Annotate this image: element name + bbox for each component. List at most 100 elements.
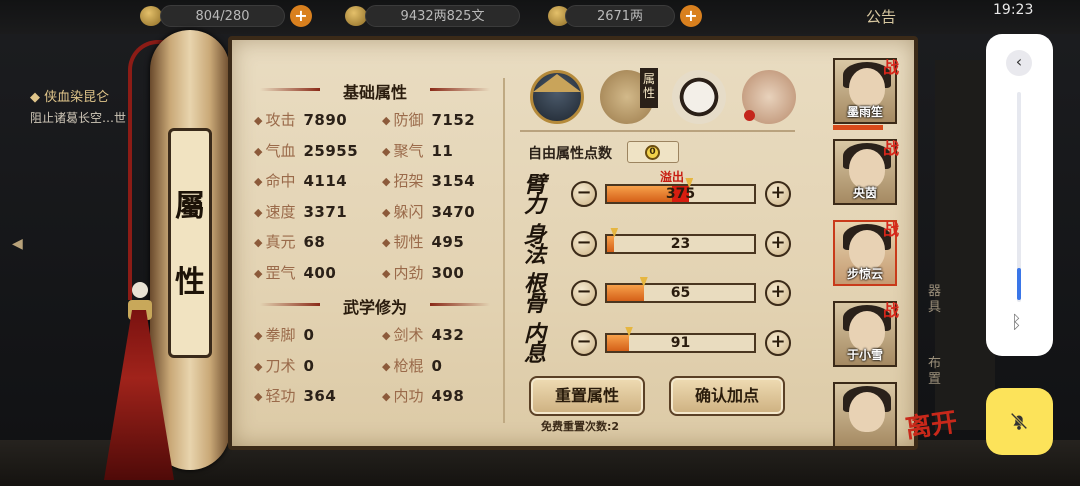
diamond-icon: ◆: [382, 175, 391, 188]
side-label-layout[interactable]: 布置: [928, 356, 942, 388]
stat-label: 枪棍: [393, 356, 424, 375]
stat-value: 25955: [303, 141, 359, 160]
do-not-disturb-button[interactable]: [986, 388, 1053, 455]
battle-tag: 战: [883, 139, 900, 158]
stat-label: 刀术: [265, 356, 296, 375]
reset-attributes-button[interactable]: 重置属性: [529, 376, 645, 416]
increase-button[interactable]: +: [765, 329, 791, 356]
stat-label: 招架: [393, 172, 424, 190]
tab-bagua-icon[interactable]: [672, 70, 726, 124]
stat-item: ◆ 躲闪 3470: [382, 201, 475, 223]
increase-button[interactable]: +: [765, 280, 791, 306]
quest-title: 侠血染昆仑: [44, 90, 110, 105]
chevron-left-icon[interactable]: ‹: [1006, 50, 1032, 76]
collapse-left-arrow-icon[interactable]: ◀: [12, 236, 23, 252]
scroll-title-char-2: 性: [175, 265, 205, 300]
stat-item: ◆ 防御 7152: [382, 109, 475, 131]
stat-item: ◆ 速度 3371: [254, 201, 347, 223]
increase-button[interactable]: +: [765, 230, 791, 257]
tab-attributes-badge: 属性: [640, 68, 658, 108]
diamond-icon: ◆: [254, 266, 263, 280]
stamina-icon: [140, 6, 162, 26]
diamond-icon: ◆: [382, 236, 391, 249]
decrease-button[interactable]: −: [571, 280, 597, 306]
stat-value: 0: [303, 326, 315, 344]
stat-value: 495: [431, 233, 465, 251]
diamond-icon: ◆: [382, 390, 391, 403]
add-gold-button[interactable]: +: [680, 5, 702, 27]
diamond-icon: ◆: [254, 390, 263, 403]
confirm-points-button[interactable]: 确认加点: [669, 376, 785, 416]
stat-value: 300: [431, 263, 465, 282]
notice-button[interactable]: 公告: [866, 6, 896, 27]
stat-label: 躲闪: [393, 202, 424, 221]
attribute-name: 臂力: [524, 172, 547, 218]
stat-value: 498: [431, 387, 465, 405]
decrease-button[interactable]: −: [571, 230, 597, 257]
character-name: 于小雪: [846, 348, 883, 362]
stat-item: ◆ 命中 4114: [254, 170, 347, 192]
stat-value: 364: [303, 387, 337, 405]
battle-tag: 战: [883, 220, 900, 239]
status-clock: 19:23: [993, 2, 1034, 18]
character-portrait: [849, 68, 885, 108]
stat-label: 防御: [393, 111, 424, 129]
stat-label: 命中: [265, 172, 296, 190]
attribute-value: 65: [670, 285, 691, 301]
diamond-icon: ◆: [382, 205, 391, 219]
stat-value: 3371: [303, 202, 348, 221]
overflow-label: 溢出: [660, 170, 685, 184]
character-portrait: [849, 149, 885, 189]
increase-button[interactable]: +: [765, 181, 791, 207]
diamond-icon: ◆: [254, 144, 263, 158]
diamond-icon: ◆: [254, 114, 263, 127]
stat-item: ◆ 攻击 7890: [254, 109, 347, 131]
stat-label: 剑术: [393, 326, 424, 344]
stat-item: ◆ 枪棍 0: [382, 355, 442, 377]
scroll-title-tag: 屬 性: [168, 128, 212, 358]
stat-item: ◆ 真元 68: [254, 231, 325, 253]
free-reset-count: 免费重置次数:2: [541, 420, 620, 433]
stamina-counter: 804/280: [160, 5, 285, 27]
stat-value: 11: [431, 141, 454, 160]
attribute-name: 身法: [524, 221, 547, 268]
money-icon: [345, 6, 367, 26]
stat-item: ◆ 内劲 300: [382, 262, 464, 284]
diamond-icon: ◆: [254, 359, 263, 373]
notification-dot-icon: [744, 110, 755, 121]
attribute-bar: 23: [605, 227, 756, 254]
decrease-button[interactable]: −: [571, 329, 597, 356]
stat-item: ◆ 剑术 432: [382, 324, 464, 346]
stat-label: 攻击: [265, 111, 296, 129]
stat-label: 拳脚: [265, 326, 296, 344]
diamond-icon: ◆: [382, 359, 391, 373]
tassel-bead: [132, 282, 148, 298]
add-stamina-button[interactable]: +: [290, 5, 312, 27]
stat-label: 内劲: [393, 263, 424, 282]
bluetooth-icon[interactable]: ᛒ: [1011, 312, 1022, 333]
leave-button[interactable]: 离开: [903, 402, 960, 446]
free-points-label: 自由属性点数: [528, 146, 612, 162]
stat-label: 内功: [393, 387, 424, 405]
free-points-value: 0: [645, 145, 660, 160]
stat-value: 7890: [303, 111, 348, 129]
side-label-equip[interactable]: 器具: [928, 284, 942, 316]
gold-counter: 2671两: [565, 5, 675, 27]
stat-label: 真元: [265, 233, 296, 251]
diamond-icon: ◆: [382, 144, 391, 158]
diamond-icon: ◆: [382, 114, 391, 127]
martial-skills-title: 武学修为: [260, 294, 490, 318]
diamond-icon: ◆: [254, 175, 263, 188]
stat-value: 400: [303, 263, 337, 282]
attribute-bar: 65: [605, 277, 756, 303]
attribute-value: 23: [670, 235, 691, 252]
character-name: 央茵: [852, 186, 877, 200]
stat-item: ◆ 内功 498: [382, 385, 464, 407]
money-counter: 9432两825文: [365, 5, 520, 27]
stat-value: 0: [303, 356, 315, 375]
basic-attributes-title: 基础属性: [260, 79, 490, 103]
character-card[interactable]: [833, 382, 897, 448]
decrease-button[interactable]: −: [571, 181, 597, 207]
stat-label: 聚气: [393, 141, 424, 160]
stat-item: ◆ 韧性 495: [382, 231, 464, 253]
